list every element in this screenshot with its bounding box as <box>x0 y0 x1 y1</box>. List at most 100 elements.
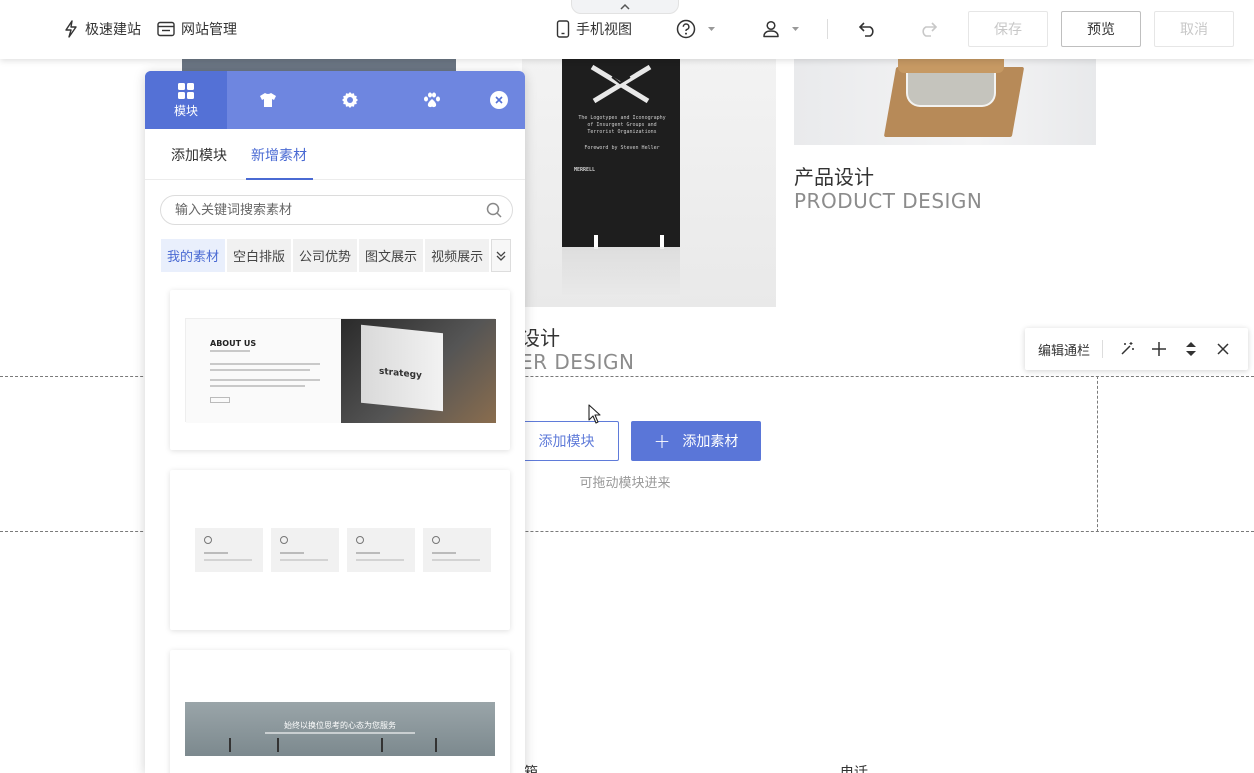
text-line <box>210 350 250 352</box>
feature-tile <box>347 528 415 572</box>
subtab-add-module[interactable]: 添加模块 <box>171 145 227 180</box>
close-icon <box>1217 343 1229 355</box>
gear-icon <box>204 536 212 544</box>
box-label: strategy <box>379 366 422 382</box>
gallery-image-book: The Logotypes and Iconography of Insurge… <box>522 59 776 307</box>
panel-close-button[interactable] <box>490 91 508 109</box>
cork-lid <box>898 59 1004 73</box>
text-line <box>210 379 320 381</box>
book-title-line: of Insurgent Groups and <box>587 122 657 128</box>
text-line <box>356 559 404 561</box>
question-circle-icon <box>676 19 696 39</box>
caption-product-en: PRODUCT DESIGN <box>794 189 983 213</box>
category-image-text[interactable]: 图文展示 <box>359 239 424 272</box>
category-company-advantages[interactable]: 公司优势 <box>293 239 358 272</box>
undo-button[interactable] <box>858 18 884 40</box>
material-search-input[interactable] <box>161 196 461 224</box>
material-panel: 模块 添加模块 新增素材 我的素材 空白排版 公司优势 图文展示 视频展示 <box>145 71 525 773</box>
phone-icon <box>556 20 570 38</box>
user-icon <box>763 20 779 38</box>
lamp-post <box>381 738 383 752</box>
add-material-button[interactable]: + 添加素材 <box>631 421 761 461</box>
site-manage-menu[interactable]: 网站管理 <box>157 18 237 40</box>
gallery-image-partial <box>182 59 456 71</box>
add-module-label: 添加模块 <box>538 434 595 450</box>
grid-icon <box>178 82 194 99</box>
lightning-icon <box>65 20 77 38</box>
text-line <box>210 385 305 387</box>
tab-module[interactable]: 模块 <box>145 71 227 129</box>
add-section-button[interactable] <box>1149 339 1169 359</box>
browser-window-icon <box>157 21 175 37</box>
magic-wand-icon <box>1121 342 1135 355</box>
caption-cover-en: ER DESIGN <box>520 350 635 374</box>
category-video[interactable]: 视频展示 <box>425 239 490 272</box>
mobile-view-toggle[interactable]: 手机视图 <box>556 18 632 40</box>
tab-theme[interactable] <box>227 71 309 129</box>
category-blank-layout[interactable]: 空白排版 <box>227 239 292 272</box>
text-line <box>280 559 328 561</box>
account-menu[interactable] <box>762 18 805 40</box>
tab-settings[interactable] <box>309 71 391 129</box>
magic-wand-button[interactable] <box>1117 339 1137 359</box>
edit-section-label[interactable]: 编辑通栏 <box>1038 340 1090 359</box>
toolbar-divider <box>827 19 828 39</box>
footer-mailbox-label: 箱 <box>524 765 538 773</box>
banner-thumbnail: 始终以换位思考的心态为您服务 <box>185 702 495 756</box>
feature-tile <box>195 528 263 572</box>
book-title-line: Terrorist Organizations <box>587 129 657 135</box>
material-card-about[interactable]: ABOUT US strategy <box>170 290 510 450</box>
save-button[interactable]: 保存 <box>968 11 1048 47</box>
close-section-button[interactable] <box>1213 339 1233 359</box>
feature-grid-thumbnail <box>195 528 491 572</box>
redo-button[interactable] <box>918 18 944 40</box>
banner-subtext-line <box>265 732 415 734</box>
category-more-button[interactable] <box>491 239 512 272</box>
fast-build-menu[interactable]: 极速建站 <box>63 18 141 40</box>
help-menu[interactable] <box>676 18 721 40</box>
crossed-rifles-icon <box>590 64 652 104</box>
lamp-post <box>277 738 279 752</box>
close-icon <box>495 96 503 104</box>
subtab-new-material[interactable]: 新增素材 <box>246 145 313 180</box>
search-icon[interactable] <box>486 202 502 218</box>
lamp-post <box>229 738 231 752</box>
megaphone-icon <box>432 536 440 544</box>
strategy-box-photo: strategy <box>341 319 496 423</box>
caption-product-zh: 产品设计 <box>794 165 874 189</box>
plus-icon <box>1152 342 1167 356</box>
text-line <box>210 363 320 365</box>
thumbnail-text-area: ABOUT US <box>186 319 341 423</box>
material-card-banner[interactable]: 始终以换位思考的心态为您服务 <box>170 650 510 773</box>
drag-hint: 可拖动模块进来 <box>579 476 671 491</box>
add-material-label: 添加素材 <box>682 434 739 450</box>
chevron-up-icon <box>620 3 630 10</box>
edit-bar-divider <box>1102 340 1104 358</box>
material-card-features[interactable] <box>170 470 510 630</box>
preview-button[interactable]: 预览 <box>1061 11 1141 47</box>
move-section-button[interactable] <box>1181 339 1201 359</box>
tab-plugins[interactable] <box>391 71 473 129</box>
tools-icon <box>356 536 364 544</box>
text-line <box>210 369 310 371</box>
cancel-button[interactable]: 取消 <box>1154 11 1234 47</box>
caret-down-icon <box>708 26 715 31</box>
section-edit-bar: 编辑通栏 <box>1025 328 1248 370</box>
footer-phone-label: 电话 <box>840 765 868 773</box>
top-toolbar: 极速建站 网站管理 手机视图 保存 预览 取消 <box>0 0 1254 59</box>
feature-tile <box>271 528 339 572</box>
sort-arrows-icon <box>1186 342 1197 356</box>
category-my-materials[interactable]: 我的素材 <box>161 239 226 272</box>
plus-icon: + <box>653 429 671 453</box>
book-cover: The Logotypes and Iconography of Insurge… <box>562 59 680 247</box>
panel-subtabs: 添加模块 新增素材 <box>145 129 525 180</box>
panel-tab-bar: 模块 <box>145 71 525 129</box>
text-line <box>432 552 456 554</box>
lamp-post <box>435 738 437 752</box>
feature-tile <box>423 528 491 572</box>
box-shape: strategy <box>361 324 443 412</box>
book-title-line: The Logotypes and Iconography <box>578 115 666 121</box>
gallery-image-cup <box>794 59 1096 145</box>
collapse-toolbar-tab[interactable] <box>571 0 679 14</box>
thumbnail-button <box>210 397 230 403</box>
